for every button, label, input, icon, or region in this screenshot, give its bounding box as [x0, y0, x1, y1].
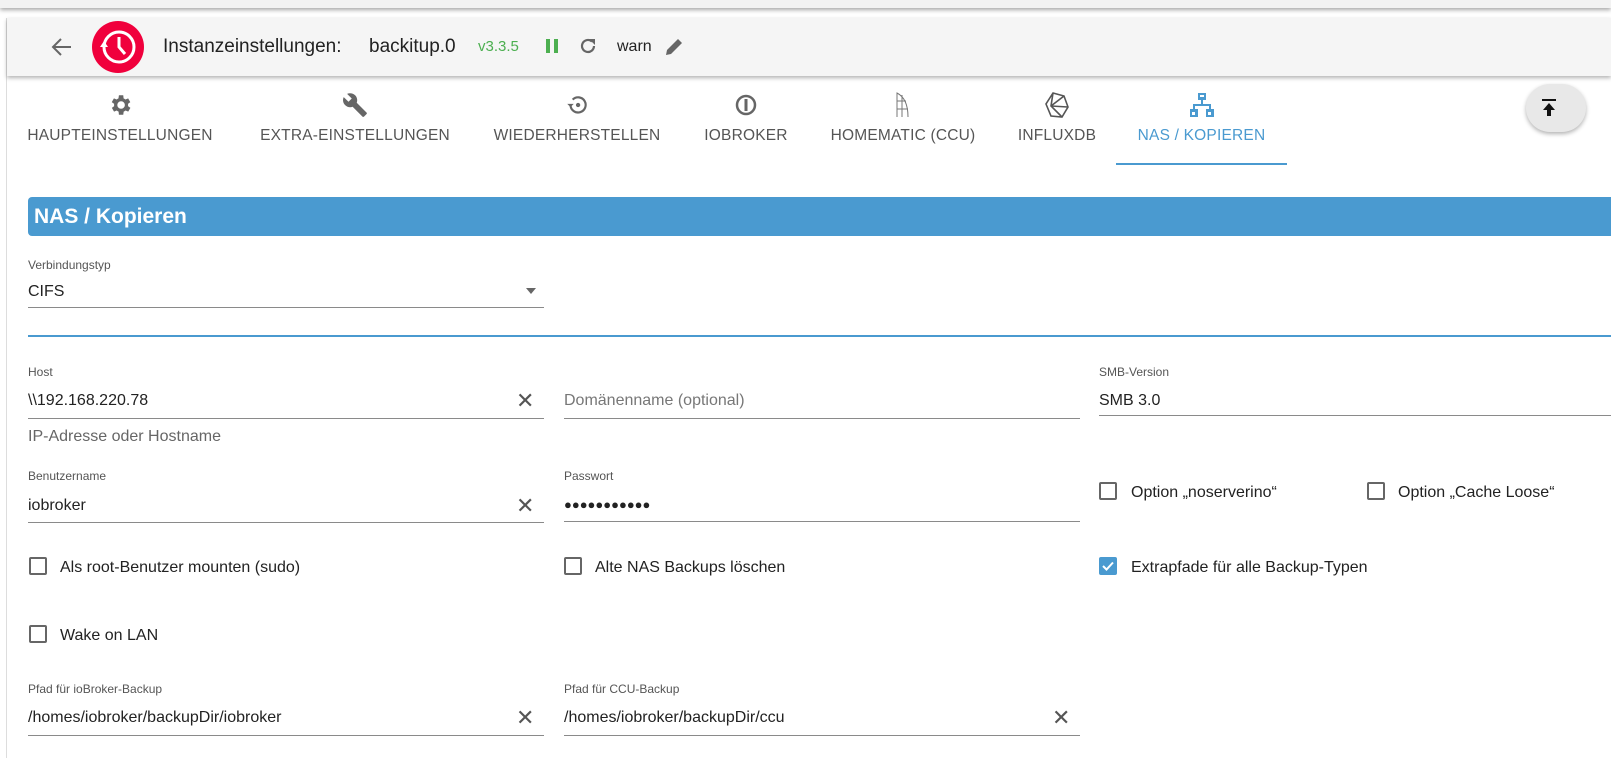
- tab-iobroker[interactable]: IOBROKER: [697, 88, 795, 164]
- username-input[interactable]: iobroker ✕: [28, 487, 544, 523]
- tab-extra-einstellungen[interactable]: EXTRA-EINSTELLUNGEN: [250, 88, 460, 164]
- cache-loose-label: Option „Cache Loose“: [1398, 484, 1555, 501]
- instance-name: backitup.0: [369, 36, 456, 57]
- backitup-logo: [92, 21, 144, 73]
- domain-input[interactable]: Domänenname (optional): [564, 383, 1080, 419]
- version-label: v3.3.5: [478, 38, 519, 55]
- tab-label: IOBROKER: [704, 127, 788, 144]
- clear-icon[interactable]: ✕: [516, 390, 534, 412]
- scroll-to-top-button[interactable]: [1526, 84, 1586, 132]
- pause-icon[interactable]: [545, 38, 559, 54]
- extra-paths-checkbox[interactable]: [1099, 557, 1117, 575]
- smb-version-value: SMB 3.0: [1099, 392, 1161, 409]
- homematic-icon: [896, 92, 909, 118]
- clear-icon[interactable]: ✕: [516, 495, 534, 517]
- username-label: Benutzername: [28, 469, 107, 483]
- password-value: ●●●●●●●●●●●: [564, 497, 651, 512]
- extra-paths-label: Extrapfade für alle Backup-Typen: [1131, 559, 1368, 576]
- gear-icon: [111, 95, 131, 115]
- log-level: warn: [617, 38, 652, 55]
- iobroker-path-input[interactable]: /homes/iobroker/backupDir/iobroker ✕: [28, 700, 544, 736]
- host-input[interactable]: \\192.168.220.78 ✕: [28, 383, 544, 419]
- noserverino-label: Option „noserverino“: [1131, 484, 1277, 501]
- cache-loose-checkbox[interactable]: [1367, 482, 1385, 500]
- tab-label: NAS / KOPIEREN: [1137, 127, 1266, 144]
- ccu-path-input[interactable]: /homes/iobroker/backupDir/ccu ✕: [564, 700, 1080, 736]
- iobroker-path-label: Pfad für ioBroker-Backup: [28, 682, 163, 696]
- sudo-label: Als root-Benutzer mounten (sudo): [60, 559, 301, 576]
- tab-label: HOMEMATIC (CCU): [830, 127, 976, 144]
- connection-type-label: Verbindungstyp: [28, 258, 111, 272]
- edit-pencil-icon[interactable]: [664, 37, 684, 57]
- ccu-path-label: Pfad für CCU-Backup: [564, 682, 680, 696]
- wrench-icon: [343, 93, 367, 117]
- restore-icon: [567, 96, 587, 114]
- influxdb-icon: [1045, 92, 1069, 118]
- wake-on-lan-checkbox[interactable]: [29, 625, 47, 643]
- domain-placeholder: Domänenname (optional): [564, 392, 745, 409]
- connection-type-value: CIFS: [28, 283, 65, 300]
- tab-label: EXTRA-EINSTELLUNGEN: [260, 127, 450, 144]
- section-header: NAS / Kopieren: [28, 197, 1611, 236]
- network-icon: [1189, 93, 1214, 117]
- sudo-checkbox[interactable]: [29, 557, 47, 575]
- delete-old-backups-label: Alte NAS Backups löschen: [595, 559, 786, 576]
- wake-on-lan-label: Wake on LAN: [60, 627, 159, 644]
- divider: [6, 18, 7, 758]
- checkmark-icon: [1102, 561, 1114, 571]
- dropdown-arrow-icon: [526, 288, 536, 294]
- connection-type-select[interactable]: CIFS: [28, 276, 544, 308]
- password-input[interactable]: ●●●●●●●●●●●: [564, 487, 1080, 523]
- host-label: Host: [28, 365, 53, 379]
- tab-homematic[interactable]: HOMEMATIC (CCU): [822, 88, 984, 164]
- tab-haupteinstellungen[interactable]: HAUPTEINSTELLUNGEN: [20, 88, 220, 164]
- tab-wiederherstellen[interactable]: WIEDERHERSTELLEN: [484, 88, 670, 164]
- smb-version-select[interactable]: SMB 3.0: [1099, 383, 1611, 419]
- delete-old-backups-checkbox[interactable]: [564, 557, 582, 575]
- clear-icon[interactable]: ✕: [516, 707, 534, 729]
- iobroker-icon: [735, 94, 757, 116]
- tab-label: WIEDERHERSTELLEN: [493, 127, 661, 144]
- browser-top-bar: [0, 0, 1611, 8]
- noserverino-checkbox[interactable]: [1099, 482, 1117, 500]
- tab-nas-kopieren[interactable]: NAS / KOPIEREN: [1116, 88, 1287, 164]
- username-value: iobroker: [28, 497, 86, 514]
- iobroker-path-value: /homes/iobroker/backupDir/iobroker: [28, 709, 282, 726]
- tab-label: HAUPTEINSTELLUNGEN: [27, 127, 213, 144]
- tab-label: INFLUXDB: [1017, 127, 1097, 144]
- scroll-top-icon: [1542, 99, 1556, 116]
- password-label: Passwort: [564, 469, 614, 483]
- page-title: Instanzeinstellungen:: [163, 36, 342, 57]
- host-helper-text: IP-Adresse oder Hostname: [28, 428, 221, 445]
- clear-icon[interactable]: ✕: [1052, 707, 1070, 729]
- back-arrow-icon[interactable]: [51, 37, 73, 57]
- section-divider: [28, 335, 1611, 337]
- restart-icon[interactable]: [579, 37, 597, 55]
- tab-influxdb[interactable]: INFLUXDB: [1010, 88, 1104, 164]
- instance-header: Instanzeinstellungen: backitup.0 v3.3.5 …: [7, 18, 1611, 76]
- host-value: \\192.168.220.78: [28, 392, 149, 409]
- smb-version-label: SMB-Version: [1099, 365, 1170, 379]
- ccu-path-value: /homes/iobroker/backupDir/ccu: [564, 709, 785, 726]
- active-tab-indicator: [1116, 163, 1287, 165]
